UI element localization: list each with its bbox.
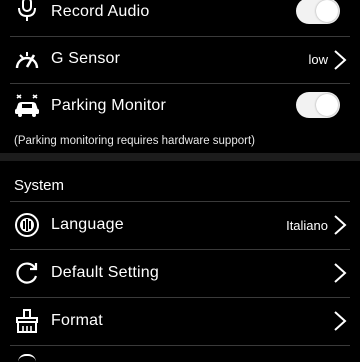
chevron-right-icon bbox=[334, 311, 347, 331]
section-separator bbox=[0, 153, 360, 161]
g-sensor-row[interactable]: G Sensor low bbox=[0, 37, 360, 83]
language-value: Italiano bbox=[286, 218, 328, 233]
chevron-right-icon bbox=[334, 50, 347, 70]
gauge-icon bbox=[12, 45, 42, 75]
language-label: Language bbox=[51, 216, 124, 233]
record-audio-row[interactable]: Record Audio bbox=[0, 0, 360, 26]
next-row-icon bbox=[18, 354, 36, 362]
default-setting-label: Default Setting bbox=[51, 264, 159, 281]
parking-monitor-toggle[interactable] bbox=[296, 92, 340, 118]
parked-car-icon bbox=[12, 90, 42, 120]
language-icon bbox=[12, 210, 42, 240]
default-setting-row[interactable]: Default Setting bbox=[0, 250, 360, 296]
parking-note: (Parking monitoring requires hardware su… bbox=[14, 135, 255, 147]
parking-monitor-label: Parking Monitor bbox=[51, 97, 167, 114]
chevron-right-icon bbox=[334, 215, 347, 235]
language-row[interactable]: Language Italiano bbox=[0, 202, 360, 248]
record-audio-toggle[interactable] bbox=[296, 0, 340, 24]
format-row[interactable]: Format bbox=[0, 298, 360, 344]
divider bbox=[10, 345, 350, 346]
g-sensor-label: G Sensor bbox=[51, 50, 121, 67]
format-brush-icon bbox=[12, 306, 42, 336]
parking-monitor-row[interactable]: Parking Monitor bbox=[0, 84, 360, 128]
chevron-right-icon bbox=[334, 263, 347, 283]
refresh-icon bbox=[12, 258, 42, 288]
record-audio-label: Record Audio bbox=[51, 3, 150, 20]
microphone-icon bbox=[12, 0, 42, 25]
section-title-system: System bbox=[14, 177, 65, 194]
g-sensor-value: low bbox=[308, 52, 328, 67]
format-label: Format bbox=[51, 312, 103, 329]
